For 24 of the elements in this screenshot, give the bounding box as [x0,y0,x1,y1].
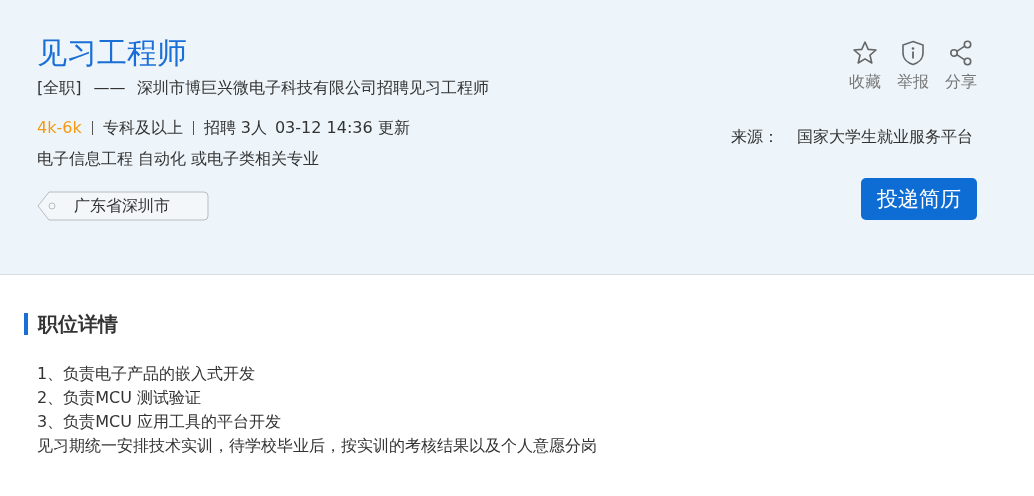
majors: 电子信息工程 自动化 或电子类相关专业 [37,149,321,170]
salary: 4k-6k [37,118,82,138]
company-line: 深圳市博巨兴微电子科技有限公司招聘见习工程师 [137,78,490,98]
description-line: 1、负责电子产品的嵌入式开发 [37,363,257,385]
headcount: 招聘 3人 [203,118,267,138]
job-title: 见习工程师 [37,34,188,72]
description-line: 3、负责MCU 应用工具的平台开发 [37,411,282,433]
update-time: 03-12 14:36 更新 [274,118,410,138]
action-label[interactable]: 收藏 [849,72,881,93]
dash: —— [93,78,126,98]
job-type: [全职] [37,78,82,98]
star-icon[interactable] [852,40,878,66]
action-label[interactable]: 分享 [945,72,977,93]
source-label: 来源： [731,127,779,148]
description-line: 2、负责MCU 测试验证 [37,387,202,409]
apply-button[interactable]: 投递简历 [861,178,977,220]
education: 专科及以上 [102,118,183,138]
location-tag: 广东省深圳市 [37,191,209,221]
shield-icon[interactable] [901,40,925,66]
source-value: 国家大学生就业服务平台 [797,127,973,148]
action-label[interactable]: 举报 [897,72,929,93]
share-icon[interactable] [949,40,973,66]
description-line: 见习期统一安排技术实训，待学校毕业后，按实训的考核结果以及个人意愿分岗 [37,435,598,457]
section-heading: 职位详情 [24,313,997,335]
